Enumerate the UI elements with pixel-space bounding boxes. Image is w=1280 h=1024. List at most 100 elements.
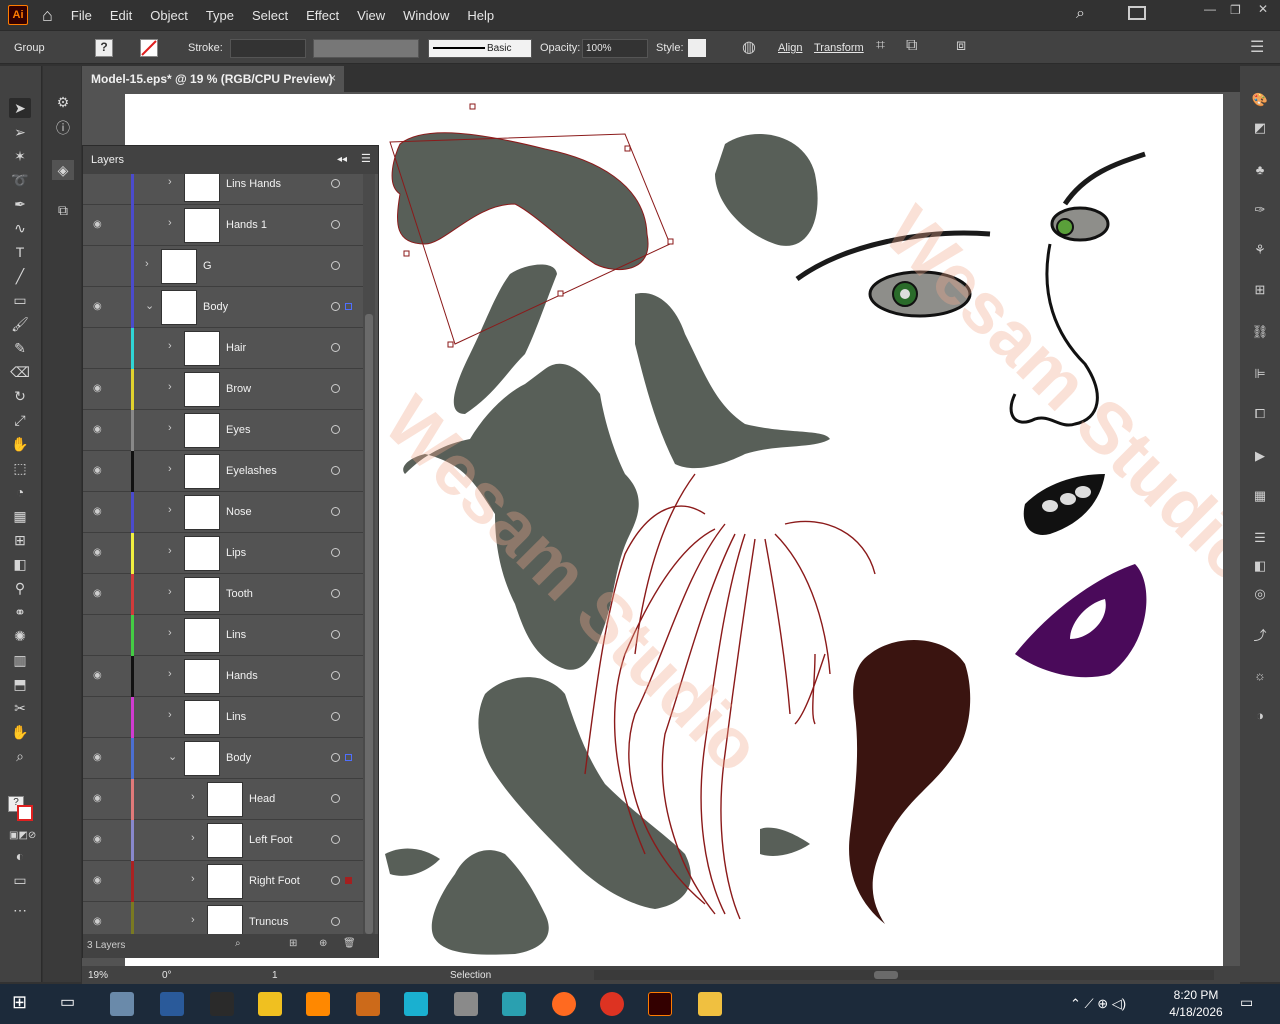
chevron-right-icon[interactable]: › [168,504,172,516]
info-panel-icon[interactable]: ⓘ [52,118,74,138]
target-icon[interactable] [331,220,340,229]
menu-select[interactable]: Select [252,8,288,23]
windows-start-icon[interactable]: ⊞ [12,992,36,1016]
layer-row[interactable]: ◉ › Lips [83,533,363,574]
selection-indicator[interactable] [345,754,352,761]
chevron-right-icon[interactable]: › [168,176,172,188]
collapse-panel-icon[interactable]: ◂◂ [337,154,347,165]
layer-row[interactable]: › G [83,246,363,287]
layer-row[interactable]: › Lins [83,615,363,656]
opacity-field[interactable]: 100% [582,39,648,58]
visibility-eye-icon[interactable] [93,260,105,272]
target-icon[interactable] [331,917,340,926]
actions-panel-icon[interactable]: ▶ [1250,446,1270,466]
hand-tool-icon[interactable]: ✋ [9,722,31,742]
visibility-eye-icon[interactable] [93,342,105,354]
layer-row[interactable]: ◉ › Left Foot [83,820,363,861]
layer-row[interactable]: › Hair [83,328,363,369]
layer-row[interactable]: ◉ › Truncus [83,902,363,934]
magic-wand-tool-icon[interactable]: ✶ [9,146,31,166]
target-icon[interactable] [331,425,340,434]
color-guide-icon[interactable]: ◩ [1250,118,1270,138]
app-icon-1[interactable] [110,992,134,1016]
rotate-tool-icon[interactable]: ↻ [9,386,31,406]
visibility-eye-icon[interactable]: ◉ [93,588,105,600]
layer-name[interactable]: Nose [226,506,252,518]
vlc-icon[interactable] [306,992,330,1016]
layer-name[interactable]: Lins [226,629,246,641]
visibility-eye-icon[interactable]: ◉ [93,547,105,559]
illustrator-taskbar-icon[interactable] [648,992,672,1016]
chevron-right-icon[interactable]: › [168,586,172,598]
align-panel-icon[interactable]: ⊫ [1250,364,1270,384]
new-layer-icon[interactable]: ⊕ [319,938,327,949]
rotation-value[interactable]: 0° [162,970,172,981]
target-icon[interactable] [331,466,340,475]
visibility-eye-icon[interactable] [93,711,105,723]
target-icon[interactable] [331,589,340,598]
paintbrush-tool-icon[interactable]: 🖌 [9,314,31,334]
chevron-right-icon[interactable]: › [168,668,172,680]
target-icon[interactable] [331,835,340,844]
chevron-down-icon[interactable]: ⌄ [145,299,154,312]
visibility-eye-icon[interactable]: ◉ [93,834,105,846]
scale-tool-icon[interactable]: ⤢ [9,410,31,430]
graphic-style-swatch[interactable] [688,39,706,57]
shape-builder-tool-icon[interactable]: ◔ [9,482,31,502]
target-icon[interactable] [331,179,340,188]
layer-name[interactable]: Left Foot [249,834,292,846]
target-icon[interactable] [331,302,340,311]
layer-row[interactable]: › Lins Hands [83,174,363,205]
target-icon[interactable] [331,671,340,680]
rectangle-tool-icon[interactable]: ▭ [9,290,31,310]
visibility-eye-icon[interactable]: ◉ [93,875,105,887]
layer-name[interactable]: Body [203,301,228,313]
chevron-right-icon[interactable]: › [191,791,195,803]
symbols-panel-icon[interactable]: ⚘ [1250,240,1270,260]
layer-name[interactable]: G [203,260,212,272]
curvature-tool-icon[interactable]: ∿ [9,218,31,238]
chevron-right-icon[interactable]: › [168,463,172,475]
chevron-right-icon[interactable]: › [168,709,172,721]
clock-date[interactable]: 4/18/2026 [1160,1005,1232,1019]
recolor-icon[interactable]: ◍ [742,37,756,57]
selection-indicator[interactable] [345,877,352,884]
isolate-icon[interactable]: ⌗ [876,37,885,55]
transform-button[interactable]: Transform [814,42,864,54]
layer-row[interactable]: ◉ ⌄ Body [83,738,363,779]
lasso-tool-icon[interactable]: ➰ [9,170,31,190]
selection-tool-icon[interactable]: ➤ [9,98,31,118]
layer-row[interactable]: ◉ › Eyes [83,410,363,451]
menu-help[interactable]: Help [467,8,494,23]
restore-icon[interactable]: ❐ [1230,3,1241,17]
chevron-right-icon[interactable]: › [191,832,195,844]
new-sublayer-icon[interactable]: ⊞ [289,938,297,949]
libraries-panel-icon[interactable]: ▦ [1250,486,1270,506]
horizontal-scrollbar[interactable] [594,970,1214,980]
app-icon-2[interactable] [160,992,184,1016]
menu-view[interactable]: View [357,8,385,23]
mesh-tool-icon[interactable]: ⊞ [9,530,31,550]
target-icon[interactable] [331,630,340,639]
target-icon[interactable] [331,548,340,557]
pen-tool-icon[interactable]: ✒ [9,194,31,214]
locate-object-icon[interactable]: ⌕ [235,938,241,949]
envelope-icon[interactable]: ⧈ [956,37,966,55]
visibility-eye-icon[interactable]: ◉ [93,301,105,313]
visibility-eye-icon[interactable]: ◉ [93,465,105,477]
app-icon-player[interactable] [258,992,282,1016]
layer-name[interactable]: Eyes [226,424,250,436]
chevron-right-icon[interactable]: › [168,627,172,639]
selection-indicator[interactable] [345,303,352,310]
visibility-eye-icon[interactable]: ◉ [93,219,105,231]
artboards-panel-icon[interactable]: ⧉ [52,200,74,220]
target-icon[interactable] [331,794,340,803]
layer-name[interactable]: Lins Hands [226,178,281,190]
visibility-eye-icon[interactable]: ◉ [93,506,105,518]
layer-name[interactable]: Hair [226,342,246,354]
target-icon[interactable] [331,507,340,516]
layer-name[interactable]: Brow [226,383,251,395]
brush-definition[interactable]: Basic [428,39,532,58]
clock-time[interactable]: 8:20 PM [1166,988,1226,1002]
layer-name[interactable]: Body [226,752,251,764]
